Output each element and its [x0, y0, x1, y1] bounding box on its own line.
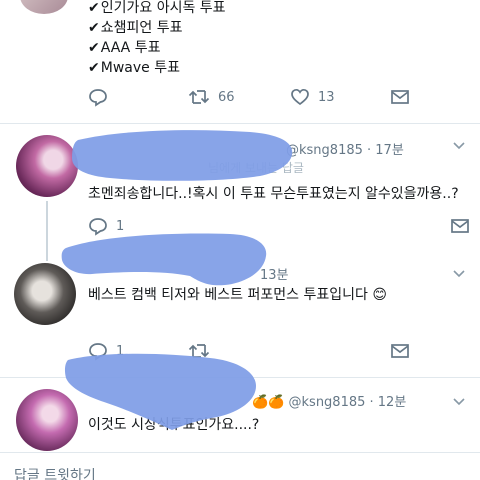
redaction-blob	[61, 233, 267, 286]
redaction-blob	[72, 130, 293, 181]
redaction-blob	[64, 353, 257, 430]
redaction-overlay	[61, 130, 293, 430]
